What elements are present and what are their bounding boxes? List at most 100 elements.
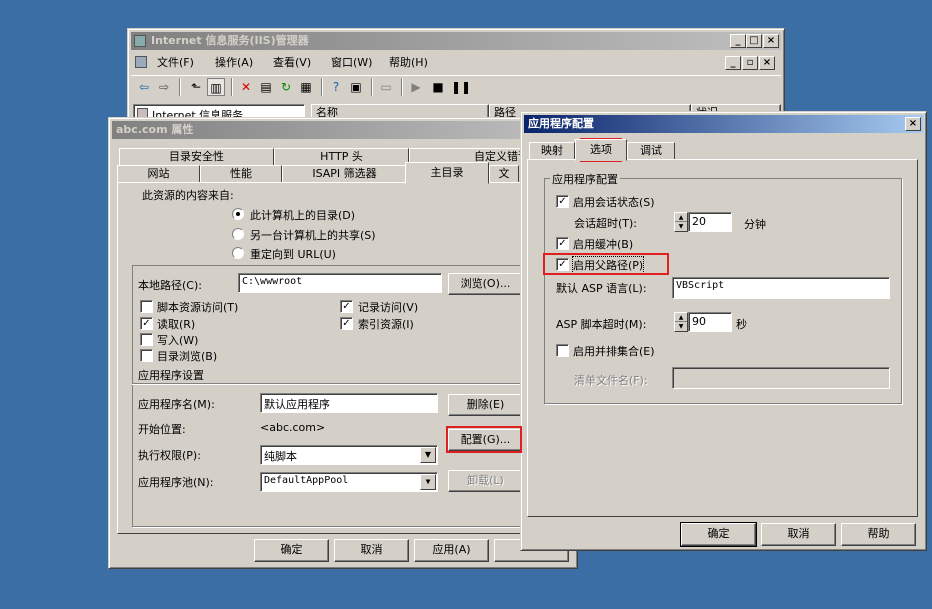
app-config-close-button[interactable]: × <box>905 117 921 131</box>
back-icon[interactable]: ⇦ <box>135 78 153 96</box>
default-asp-language-label: 默认 ASP 语言(L): <box>556 282 647 295</box>
write-label[interactable]: 写入(W) <box>157 332 198 348</box>
show-tree-icon[interactable]: ▥ <box>207 78 225 96</box>
start-icon[interactable]: ▶ <box>407 78 425 96</box>
app-config-ok-button[interactable]: 确定 <box>680 522 757 547</box>
iis-close-button[interactable]: × <box>763 34 779 48</box>
app-pool-select[interactable]: DefaultAppPool ▼ <box>260 472 438 492</box>
configure-button[interactable]: 配置(G)... <box>448 429 523 451</box>
iis-minimize-button[interactable]: _ <box>730 34 746 48</box>
menu-file[interactable]: 文件(F) <box>157 54 194 72</box>
tab-home-directory[interactable]: 主目录 <box>405 162 489 184</box>
asp-script-timeout-label: ASP 脚本超时(M): <box>556 318 647 331</box>
spin-down-icon[interactable]: ▼ <box>675 222 687 231</box>
menu-help[interactable]: 帮助(H) <box>389 54 428 72</box>
help-icon[interactable]: ? <box>327 78 345 96</box>
tab-options[interactable]: 选项 <box>575 139 627 161</box>
tab-website[interactable]: 网站 <box>117 165 200 183</box>
toolbar-separator <box>371 78 373 96</box>
unload-button[interactable]: 卸载(L) <box>448 470 523 492</box>
iis-title-bar[interactable]: Internet 信息服务(IIS)管理器 <box>131 32 781 50</box>
properties-title-bar[interactable]: abc.com 属性 <box>112 121 574 139</box>
spin-up-icon[interactable]: ▲ <box>675 213 687 222</box>
tab-debugging[interactable]: 调试 <box>627 142 675 160</box>
script-source-access-checkbox[interactable] <box>140 300 153 313</box>
index-resource-label[interactable]: 索引资源(I) <box>358 316 414 332</box>
app-config-help-button[interactable]: 帮助 <box>841 523 916 546</box>
index-resource-checkbox[interactable]: ✓ <box>340 317 353 330</box>
side-by-side-checkbox[interactable] <box>556 344 569 357</box>
menu-action[interactable]: 操作(A) <box>215 54 253 72</box>
properties-apply-button[interactable]: 应用(A) <box>414 539 489 562</box>
tab-documents[interactable]: 文 <box>489 165 519 183</box>
radio-network-share-label[interactable]: 另一台计算机上的共享(S) <box>250 227 376 243</box>
app-config-cancel-button[interactable]: 取消 <box>761 523 836 546</box>
content-source-label: 此资源的内容来自: <box>142 189 234 202</box>
read-label[interactable]: 读取(R) <box>157 316 195 332</box>
spin-down-icon[interactable]: ▼ <box>675 322 687 331</box>
iis-app-icon <box>134 35 146 47</box>
parent-paths-checkbox[interactable]: ✓ <box>556 258 569 271</box>
properties-window: abc.com 属性 目录安全性 HTTP 头 自定义错误 网站 性能 ISAP… <box>108 117 578 569</box>
properties-icon[interactable]: ▤ <box>257 78 275 96</box>
console-icon[interactable]: ▣ <box>347 78 365 96</box>
tab-performance[interactable]: 性能 <box>200 165 282 183</box>
tab-directory-security[interactable]: 目录安全性 <box>119 148 274 166</box>
radio-local-directory-label[interactable]: 此计算机上的目录(D) <box>250 207 355 223</box>
asp-script-timeout-input[interactable]: 90 <box>688 312 732 332</box>
tab-isapi-filters[interactable]: ISAPI 筛选器 <box>282 165 407 183</box>
execute-permissions-value: 纯脚本 <box>264 450 297 463</box>
session-timeout-input[interactable]: 20 <box>688 212 732 232</box>
mdi-restore-button[interactable]: ▫ <box>742 56 758 70</box>
session-state-label[interactable]: 启用会话状态(S) <box>573 194 655 210</box>
stop-icon[interactable]: ■ <box>429 78 447 96</box>
options-panel: 应用程序配置 ✓ 启用会话状态(S) 会话超时(T): ▲ ▼ 20 分钟 ✓ 启… <box>527 159 918 517</box>
session-state-checkbox[interactable]: ✓ <box>556 195 569 208</box>
menu-view[interactable]: 查看(V) <box>273 54 311 72</box>
up-folder-icon[interactable]: ⬑ <box>187 78 205 96</box>
properties-cancel-button[interactable]: 取消 <box>334 539 409 562</box>
default-asp-language-input[interactable]: VBScript <box>672 277 890 299</box>
directory-browsing-checkbox[interactable] <box>140 349 153 362</box>
radio-redirect-url-label[interactable]: 重定向到 URL(U) <box>250 246 336 262</box>
directory-browsing-label[interactable]: 目录浏览(B) <box>157 348 217 364</box>
computer-icon[interactable]: ▭ <box>377 78 395 96</box>
side-by-side-label[interactable]: 启用并排集合(E) <box>573 343 655 359</box>
session-timeout-spinner[interactable]: ▲ ▼ <box>674 212 688 232</box>
radio-network-share[interactable] <box>232 228 244 240</box>
tab-mappings[interactable]: 映射 <box>529 142 575 160</box>
dropdown-arrow-icon[interactable]: ▼ <box>420 447 436 463</box>
mdi-close-button[interactable]: × <box>759 56 775 70</box>
spin-up-icon[interactable]: ▲ <box>675 313 687 322</box>
buffering-checkbox[interactable]: ✓ <box>556 237 569 250</box>
buffering-label[interactable]: 启用缓冲(B) <box>573 236 633 252</box>
browse-button[interactable]: 浏览(O)... <box>448 273 523 295</box>
app-settings-heading: 应用程序设置 <box>138 369 204 382</box>
execute-permissions-select[interactable]: 纯脚本 ▼ <box>260 445 438 465</box>
menu-window[interactable]: 窗口(W) <box>331 54 372 72</box>
iis-title: Internet 信息服务(IIS)管理器 <box>151 34 309 47</box>
iis-maximize-button[interactable]: □ <box>746 34 762 48</box>
radio-redirect-url[interactable] <box>232 247 244 259</box>
export-icon[interactable]: ▦ <box>297 78 315 96</box>
app-name-input[interactable]: 默认应用程序 <box>260 393 438 413</box>
pause-icon[interactable]: ❚❚ <box>451 78 471 96</box>
dropdown-arrow-icon[interactable]: ▼ <box>420 474 436 490</box>
local-path-input[interactable]: C:\wwwroot <box>238 273 442 293</box>
mdi-minimize-button[interactable]: _ <box>725 56 741 70</box>
script-source-access-label[interactable]: 脚本资源访问(T) <box>157 299 238 315</box>
read-checkbox[interactable]: ✓ <box>140 317 153 330</box>
forward-icon[interactable]: ⇨ <box>155 78 173 96</box>
tab-http-headers[interactable]: HTTP 头 <box>274 148 409 166</box>
app-config-title-bar[interactable]: 应用程序配置 <box>524 115 923 133</box>
radio-local-directory[interactable] <box>232 208 244 220</box>
remove-button[interactable]: 删除(E) <box>448 394 523 416</box>
parent-paths-label[interactable]: 启用父路径(P) <box>571 256 645 274</box>
log-visits-label[interactable]: 记录访问(V) <box>358 299 418 315</box>
delete-icon[interactable]: ✕ <box>237 78 255 96</box>
properties-ok-button[interactable]: 确定 <box>254 539 329 562</box>
write-checkbox[interactable] <box>140 333 153 346</box>
refresh-icon[interactable]: ↻ <box>277 78 295 96</box>
asp-script-timeout-spinner[interactable]: ▲ ▼ <box>674 312 688 332</box>
log-visits-checkbox[interactable]: ✓ <box>340 300 353 313</box>
